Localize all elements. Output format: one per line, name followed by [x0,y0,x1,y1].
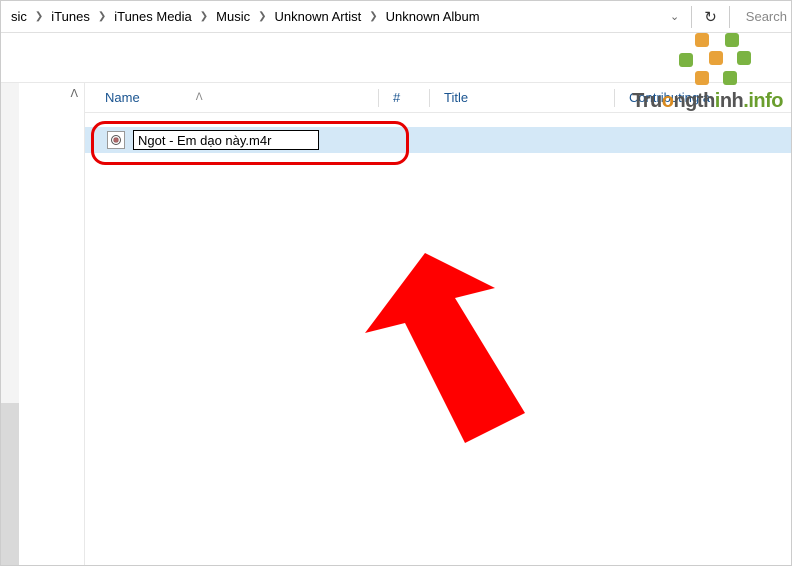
refresh-icon[interactable]: ↻ [694,4,727,30]
column-header-title[interactable]: Title [444,90,614,105]
chevron-down-icon[interactable]: ⌄ [660,10,689,23]
rename-input[interactable] [133,130,319,150]
file-list: Name ᐱ # Title Contributing a [85,83,791,565]
chevron-right-icon[interactable]: ❯ [256,11,268,22]
nav-gutter [1,83,19,565]
breadcrumb-item[interactable]: iTunes [45,5,96,28]
divider [691,6,692,28]
column-header-contributing[interactable]: Contributing a [629,90,791,105]
breadcrumb-item[interactable]: iTunes Media [108,5,198,28]
chevron-right-icon[interactable]: ❯ [367,11,379,22]
column-label: Name [105,90,140,105]
breadcrumb-item[interactable]: sic [5,5,33,28]
column-divider[interactable] [429,89,430,107]
column-headers: Name ᐱ # Title Contributing a [85,83,791,113]
column-header-num[interactable]: # [393,90,429,105]
nav-gutter-top [1,83,19,403]
search-label[interactable]: Search [732,9,787,24]
chevron-right-icon[interactable]: ❯ [33,11,45,22]
toolbar-area [1,33,791,83]
audio-file-icon [107,131,125,149]
column-divider[interactable] [614,89,615,107]
breadcrumb: sic ❯ iTunes ❯ iTunes Media ❯ Music ❯ Un… [1,1,791,33]
breadcrumb-item[interactable]: Unknown Album [380,5,486,28]
scroll-up-icon[interactable]: ᐱ [70,87,78,100]
scroll-column: ᐱ [19,83,85,565]
breadcrumb-item[interactable]: Unknown Artist [269,5,368,28]
column-header-name[interactable]: Name ᐱ [105,90,378,105]
divider [729,6,730,28]
chevron-right-icon[interactable]: ❯ [198,11,210,22]
chevron-right-icon[interactable]: ❯ [96,11,108,22]
file-row[interactable] [85,127,791,153]
annotation-arrow-icon [355,243,535,453]
main-area: ᐱ Name ᐱ # Title Contributing a [1,83,791,565]
sort-indicator-icon: ᐱ [196,92,203,103]
column-divider[interactable] [378,89,379,107]
breadcrumb-item[interactable]: Music [210,5,256,28]
nav-gutter-bottom [1,403,19,565]
